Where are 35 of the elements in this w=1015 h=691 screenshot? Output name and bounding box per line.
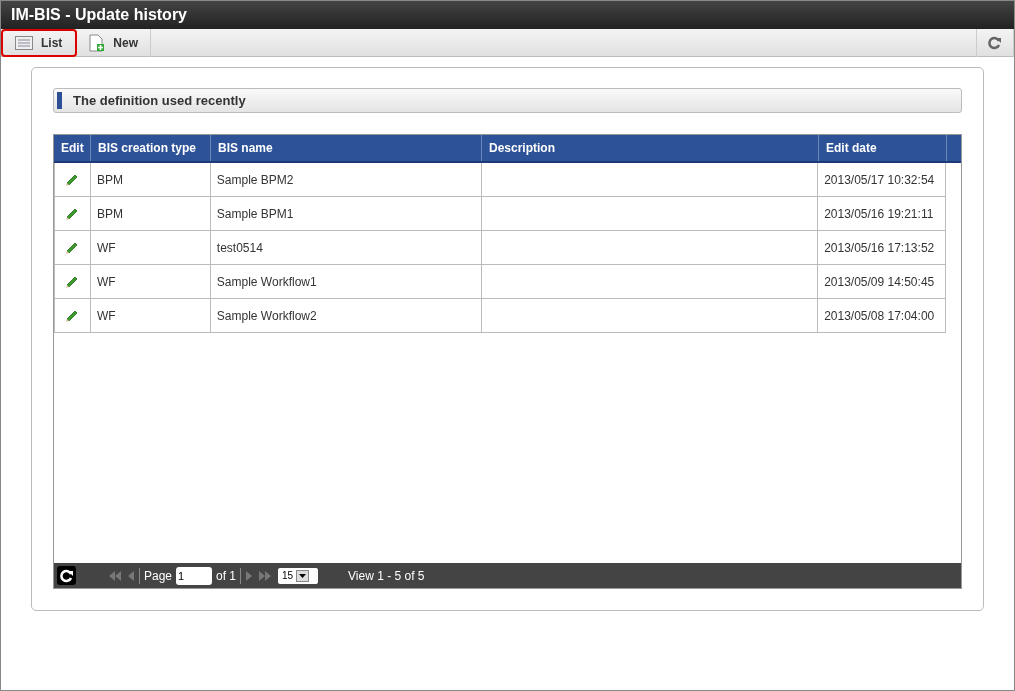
table-cell-text: WF (96, 239, 116, 257)
table-cell-text: test0514 (216, 239, 263, 257)
table-cell-text: 2013/05/16 19:21:11 (824, 205, 934, 223)
window-title: IM-BIS - Update history (11, 5, 187, 25)
table-cell-text: 2013/05/08 17:04:00 (824, 307, 935, 325)
table-cell-text: 2013/05/17 10:32:54 (824, 171, 935, 189)
table-cell-text: WF (96, 273, 116, 291)
column-header[interactable]: BIS name (211, 135, 482, 161)
column-header[interactable]: Edit (54, 135, 91, 161)
table-cell-text: Sample BPM1 (216, 205, 294, 223)
page-label: Page (144, 567, 173, 585)
page-input[interactable]: 1 (176, 566, 213, 585)
table-cell-text: 2013/05/16 17:13:52 (824, 239, 935, 257)
page-count: of 1 (216, 567, 237, 585)
column-header[interactable]: BIS creation type (91, 135, 211, 161)
page-size-select[interactable]: 15 (278, 567, 319, 584)
column-header[interactable]: Edit date (819, 135, 947, 161)
table-cell-text: Sample Workflow2 (216, 307, 317, 325)
new-document-icon (89, 33, 106, 52)
accent-bar (57, 92, 62, 109)
refresh-icon[interactable] (988, 35, 1002, 50)
table-cell-text: Sample BPM2 (216, 171, 294, 189)
table-cell-text: Sample Workflow1 (216, 273, 317, 291)
section-title: The definition used recently (73, 91, 246, 110)
table-cell-text: BPM (96, 171, 123, 189)
table-cell-text: BPM (96, 205, 123, 223)
list-tab[interactable]: List (1, 28, 78, 57)
view-summary: View 1 - 5 of 5 (348, 567, 425, 585)
table-cell-text: 2013/05/09 14:50:45 (824, 273, 935, 291)
column-header[interactable]: Description (482, 135, 819, 161)
refresh-button[interactable] (976, 28, 1014, 57)
list-icon (15, 35, 33, 50)
new-tab[interactable]: New (77, 28, 152, 57)
table-cell-text: WF (96, 307, 116, 325)
dropdown-arrow-icon (299, 573, 307, 578)
